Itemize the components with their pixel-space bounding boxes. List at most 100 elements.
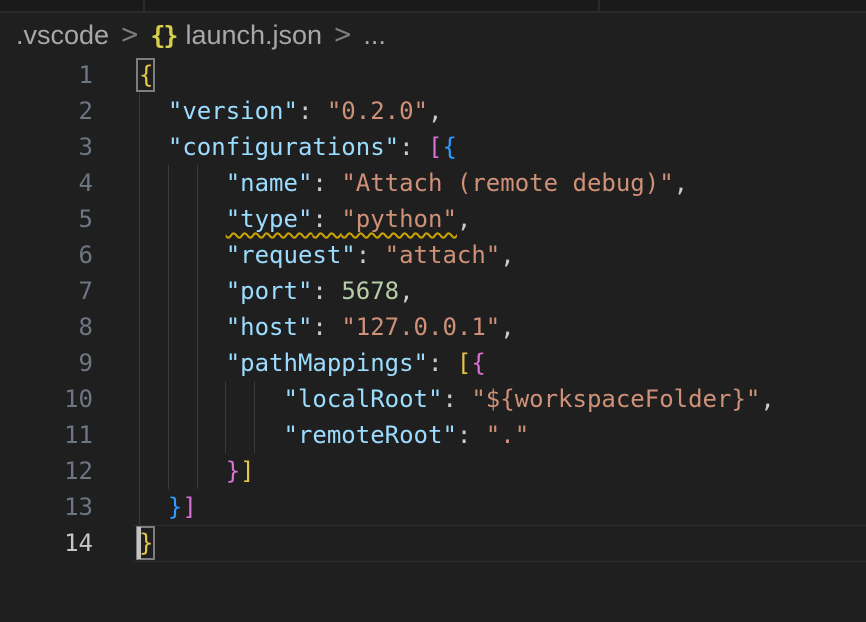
code-token: 5678 [341, 277, 399, 305]
code-token: "version" [168, 97, 298, 125]
line-number[interactable]: 7 [0, 273, 93, 309]
code-token: "." [486, 421, 529, 449]
line-number[interactable]: 11 [0, 417, 93, 453]
code-token: : [312, 313, 341, 341]
code-token: { [442, 133, 456, 161]
code-line-content[interactable]: "name": "Attach (remote debug)", [139, 165, 866, 201]
indent-guide [139, 381, 140, 417]
code-token: "${workspaceFolder}" [471, 385, 760, 413]
line-number[interactable]: 5 [0, 201, 93, 237]
code-token: [ [428, 133, 442, 161]
breadcrumb-file[interactable]: launch.json [185, 20, 322, 51]
code-line: 7 "port": 5678, [0, 273, 866, 309]
code-line-content[interactable]: } [139, 525, 866, 561]
code-token: : [442, 385, 471, 413]
code-token [139, 385, 284, 413]
code-token: "port" [226, 277, 313, 305]
code-token [139, 493, 168, 521]
code-token: , [760, 385, 774, 413]
code-line-content[interactable]: "host": "127.0.0.1", [139, 309, 866, 345]
indent-guide [168, 309, 169, 345]
indent-guide [139, 309, 140, 345]
indent-guide [197, 345, 198, 381]
code-token: : [428, 349, 457, 377]
line-number[interactable]: 6 [0, 237, 93, 273]
code-token: : [312, 169, 341, 197]
code-token: : [457, 421, 486, 449]
code-token [139, 313, 226, 341]
indent-guide [139, 129, 140, 165]
indent-guide [168, 273, 169, 309]
code-token: : [399, 133, 428, 161]
warning-squiggle-span: "type": "python" [226, 205, 457, 233]
code-line-content[interactable]: { [139, 57, 866, 93]
code-line: 9 "pathMappings": [{ [0, 345, 866, 381]
code-line: 11 "remoteRoot": "." [0, 417, 866, 453]
code-token: "type" [226, 205, 313, 233]
line-number[interactable]: 8 [0, 309, 93, 345]
code-token: : [312, 205, 341, 233]
code-line-content[interactable]: }] [139, 489, 866, 525]
line-number[interactable]: 4 [0, 165, 93, 201]
indent-guide [197, 201, 198, 237]
tab-divider [143, 0, 145, 11]
indent-guide [197, 453, 198, 489]
text-cursor [137, 527, 141, 559]
code-line-content[interactable]: "pathMappings": [{ [139, 345, 866, 381]
code-token: [ [457, 349, 471, 377]
code-token: , [674, 169, 688, 197]
code-line-content[interactable]: "configurations": [{ [139, 129, 866, 165]
code-token [139, 421, 284, 449]
code-line: 8 "host": "127.0.0.1", [0, 309, 866, 345]
breadcrumb-folder[interactable]: .vscode [16, 20, 109, 51]
code-line: 6 "request": "attach", [0, 237, 866, 273]
chevron-right-icon: > [333, 20, 352, 50]
code-token [139, 457, 226, 485]
indent-guide [139, 489, 140, 525]
code-line-content[interactable]: }] [139, 453, 866, 489]
code-line-content[interactable]: "port": 5678, [139, 273, 866, 309]
line-number[interactable]: 1 [0, 57, 93, 93]
code-token [139, 277, 226, 305]
line-number[interactable]: 2 [0, 93, 93, 129]
indent-guide [139, 345, 140, 381]
code-token: , [399, 277, 413, 305]
code-token: "remoteRoot" [284, 421, 457, 449]
indent-guide [225, 417, 226, 453]
code-token: { [139, 61, 153, 89]
code-token: "configurations" [168, 133, 399, 161]
code-token [139, 169, 226, 197]
code-line: 4 "name": "Attach (remote debug)", [0, 165, 866, 201]
code-token: , [428, 97, 442, 125]
line-number[interactable]: 14 [0, 525, 93, 561]
code-token [139, 97, 168, 125]
code-token: "python" [341, 205, 457, 233]
code-token: "Attach (remote debug)" [341, 169, 673, 197]
code-token: } [168, 493, 182, 521]
code-line: 1{ [0, 57, 866, 93]
indent-guide [139, 93, 140, 129]
code-token: { [471, 349, 485, 377]
code-token: } [226, 457, 240, 485]
bracket-match-highlight: { [139, 61, 153, 89]
line-number[interactable]: 12 [0, 453, 93, 489]
code-line-content[interactable]: "remoteRoot": "." [139, 417, 866, 453]
code-line-content[interactable]: "type": "python", [139, 201, 866, 237]
code-line-content[interactable]: "version": "0.2.0", [139, 93, 866, 129]
indent-guide [139, 273, 140, 309]
json-file-icon: {} [150, 21, 176, 50]
line-number[interactable]: 10 [0, 381, 93, 417]
code-line-content[interactable]: "request": "attach", [139, 237, 866, 273]
code-token: : [298, 97, 327, 125]
indent-guide [197, 309, 198, 345]
line-number[interactable]: 3 [0, 129, 93, 165]
code-line: 2 "version": "0.2.0", [0, 93, 866, 129]
code-line-content[interactable]: "localRoot": "${workspaceFolder}", [139, 381, 866, 417]
code-token [139, 133, 168, 161]
code-token: "127.0.0.1" [341, 313, 500, 341]
code-line: 5 "type": "python", [0, 201, 866, 237]
breadcrumb-symbol-ellipsis[interactable]: ... [363, 20, 386, 51]
line-number[interactable]: 13 [0, 489, 93, 525]
code-token [139, 241, 226, 269]
line-number[interactable]: 9 [0, 345, 93, 381]
